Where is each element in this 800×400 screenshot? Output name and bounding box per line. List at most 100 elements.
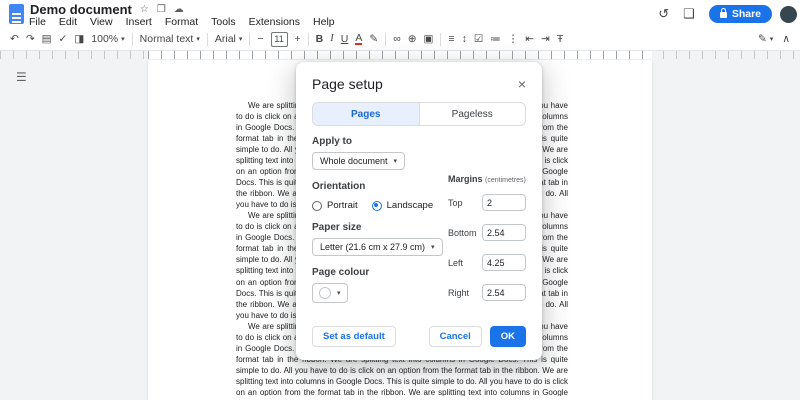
toolbar: ↶ ↷ ▤ ✓ ◨ 100% ▾ Normal text ▾ Arial ▾ −… — [0, 28, 800, 51]
menu-format[interactable]: Format — [165, 16, 198, 28]
share-button[interactable]: Share — [708, 5, 772, 23]
ruler-ticks — [148, 50, 652, 59]
version-history-icon[interactable]: ↺ — [658, 6, 669, 22]
paper-size-select[interactable]: Letter (21.6 cm x 27.9 cm) ▾ — [312, 238, 443, 256]
page-setup-dialog: Page setup × Pages Pageless Apply to Who… — [296, 62, 542, 360]
underline-icon[interactable]: U — [341, 34, 349, 45]
line-spacing-icon[interactable]: ↕ — [462, 34, 467, 45]
font-size-input[interactable]: 11 — [270, 31, 288, 47]
paper-size-value: Letter (21.6 cm x 27.9 cm) — [320, 242, 426, 252]
undo-icon[interactable]: ↶ — [10, 34, 19, 45]
align-icon[interactable]: ≡ — [448, 34, 454, 45]
chevron-down-icon: ▾ — [431, 244, 435, 251]
menu-file[interactable]: File — [29, 16, 46, 28]
pencil-icon: ✎ — [757, 32, 767, 45]
margin-label-right: Right — [448, 287, 470, 298]
margin-row: Right — [448, 284, 526, 301]
margin-label-left: Left — [448, 257, 464, 268]
margins-label: Margins — [448, 174, 483, 184]
redo-icon[interactable]: ↷ — [26, 34, 35, 45]
chevron-down-icon: ▾ — [337, 290, 341, 297]
clear-formatting-icon[interactable]: Ŧ — [557, 34, 563, 45]
chevron-down-icon: ▾ — [196, 36, 200, 43]
margins-unit: (centimetres) — [485, 177, 526, 184]
radio-landscape-label: Landscape — [386, 200, 434, 211]
margin-label-bottom: Bottom — [448, 227, 477, 238]
margin-input-left[interactable] — [482, 254, 526, 271]
font-size-decrease-icon[interactable]: − — [257, 34, 263, 45]
italic-icon[interactable]: I — [330, 33, 334, 45]
margin-row: Top — [448, 194, 526, 211]
apply-to-select[interactable]: Whole document ▾ — [312, 152, 406, 170]
ruler-page-area[interactable] — [148, 50, 652, 59]
margin-row: Left — [448, 254, 526, 271]
app-header: Demo document ☆ ❒ ☁ File Edit View Insert Fo… — [0, 0, 800, 28]
cloud-status-icon: ☁ — [173, 3, 184, 15]
tab-pages[interactable]: Pages — [313, 103, 419, 125]
tab-pageless[interactable]: Pageless — [418, 103, 525, 125]
menu-bar: File Edit View Insert Format Tools Extensions H… — [29, 16, 335, 28]
comments-icon[interactable]: ❑ — [683, 6, 695, 22]
bulleted-list-icon[interactable]: ≔ — [490, 34, 501, 45]
menu-help[interactable]: Help — [313, 16, 335, 28]
collapse-toolbar-icon[interactable]: ∧ — [782, 34, 790, 45]
dialog-footer: Set as default Cancel OK — [312, 326, 526, 347]
close-icon[interactable]: × — [518, 76, 526, 92]
font-value: Arial — [214, 33, 236, 45]
move-folder-icon[interactable]: ❒ — [157, 4, 166, 15]
ok-button[interactable]: OK — [489, 326, 526, 347]
font-size-increase-icon[interactable]: + — [295, 34, 301, 45]
radio-landscape[interactable]: Landscape — [371, 200, 434, 211]
docs-logo-icon[interactable] — [9, 4, 24, 24]
page-colour-select[interactable]: ▾ — [312, 283, 348, 303]
numbered-list-icon[interactable]: ⋮ — [508, 34, 519, 45]
document-title[interactable]: Demo document — [30, 2, 132, 17]
menu-view[interactable]: View — [90, 16, 113, 28]
menu-edit[interactable]: Edit — [59, 16, 77, 28]
chevron-down-icon: ▾ — [393, 158, 398, 165]
text-color-icon[interactable]: A — [355, 33, 363, 46]
lock-icon — [719, 8, 727, 18]
set-as-default-button[interactable]: Set as default — [312, 326, 396, 347]
menu-tools[interactable]: Tools — [211, 16, 236, 28]
paragraph-style-select[interactable]: Normal text ▾ — [140, 33, 200, 45]
account-avatar[interactable] — [780, 5, 797, 23]
radio-portrait[interactable]: Portrait — [312, 200, 358, 211]
dialog-tabs: Pages Pageless — [312, 102, 526, 126]
insert-image-icon[interactable]: ▣ — [424, 34, 434, 45]
zoom-select[interactable]: 100% ▾ — [91, 33, 124, 45]
margin-input-bottom[interactable] — [482, 224, 526, 241]
decrease-indent-icon[interactable]: ⇤ — [525, 34, 534, 45]
menu-extensions[interactable]: Extensions — [249, 16, 300, 28]
toolbar-separator — [206, 32, 208, 46]
share-label: Share — [731, 8, 761, 20]
insert-link-icon[interactable]: ∞ — [393, 34, 401, 45]
highlight-icon[interactable]: ✎ — [369, 34, 378, 45]
radio-portrait-label: Portrait — [327, 200, 358, 211]
insert-comment-icon[interactable]: ⊕ — [408, 34, 417, 45]
bold-icon[interactable]: B — [316, 34, 324, 45]
spellcheck-icon[interactable]: ✓ — [59, 34, 68, 45]
chevron-down-icon: ▾ — [238, 36, 243, 43]
radio-icon — [371, 200, 382, 211]
toolbar-separator — [249, 32, 251, 46]
paint-format-icon[interactable]: ◨ — [74, 34, 84, 45]
cancel-button[interactable]: Cancel — [428, 326, 482, 347]
horizontal-ruler[interactable] — [0, 50, 800, 59]
dialog-title: Page setup — [312, 76, 383, 92]
editing-mode-select[interactable]: ✎ ▾ — [758, 34, 773, 45]
toolbar-separator — [385, 32, 387, 46]
checklist-icon[interactable]: ☑ — [474, 34, 483, 45]
menu-insert[interactable]: Insert — [126, 16, 152, 28]
zoom-value: 100% — [91, 33, 119, 45]
print-icon[interactable]: ▤ — [42, 34, 52, 45]
margin-input-right[interactable] — [482, 284, 526, 301]
font-select[interactable]: Arial ▾ — [215, 33, 243, 45]
star-icon[interactable]: ☆ — [140, 4, 149, 15]
toolbar-separator — [307, 32, 309, 46]
margin-input-top[interactable] — [482, 194, 526, 211]
radio-icon — [312, 200, 322, 211]
toolbar-separator — [440, 32, 442, 46]
document-outline-icon[interactable]: ☰ — [16, 70, 27, 84]
increase-indent-icon[interactable]: ⇥ — [541, 34, 550, 45]
